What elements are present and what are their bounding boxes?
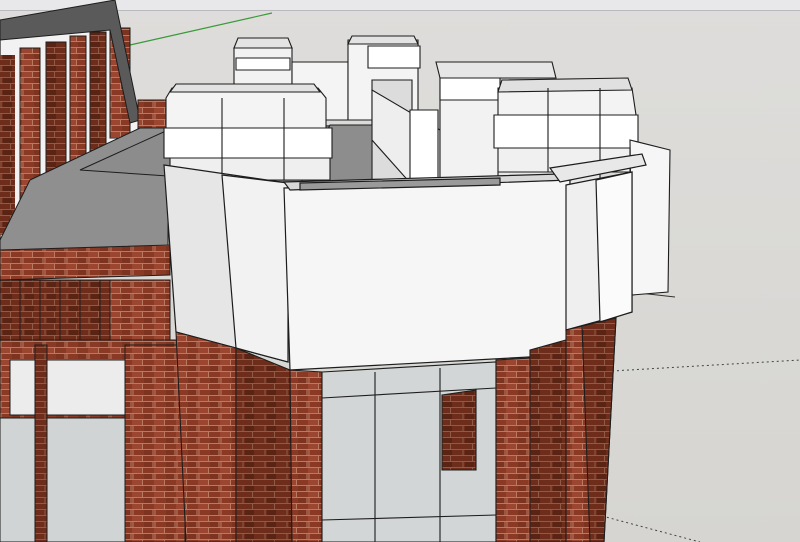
- model-canvas[interactable]: [0, 0, 800, 542]
- lower-left-facade[interactable]: [0, 339, 201, 542]
- left-parapet: [0, 244, 171, 341]
- front-left-unit[interactable]: [163, 83, 333, 181]
- dashed-guide-line: [611, 359, 800, 372]
- dashed-guide-line: [601, 515, 701, 542]
- sketchup-viewport[interactable]: [0, 0, 800, 542]
- rear-brick-block: [137, 99, 169, 131]
